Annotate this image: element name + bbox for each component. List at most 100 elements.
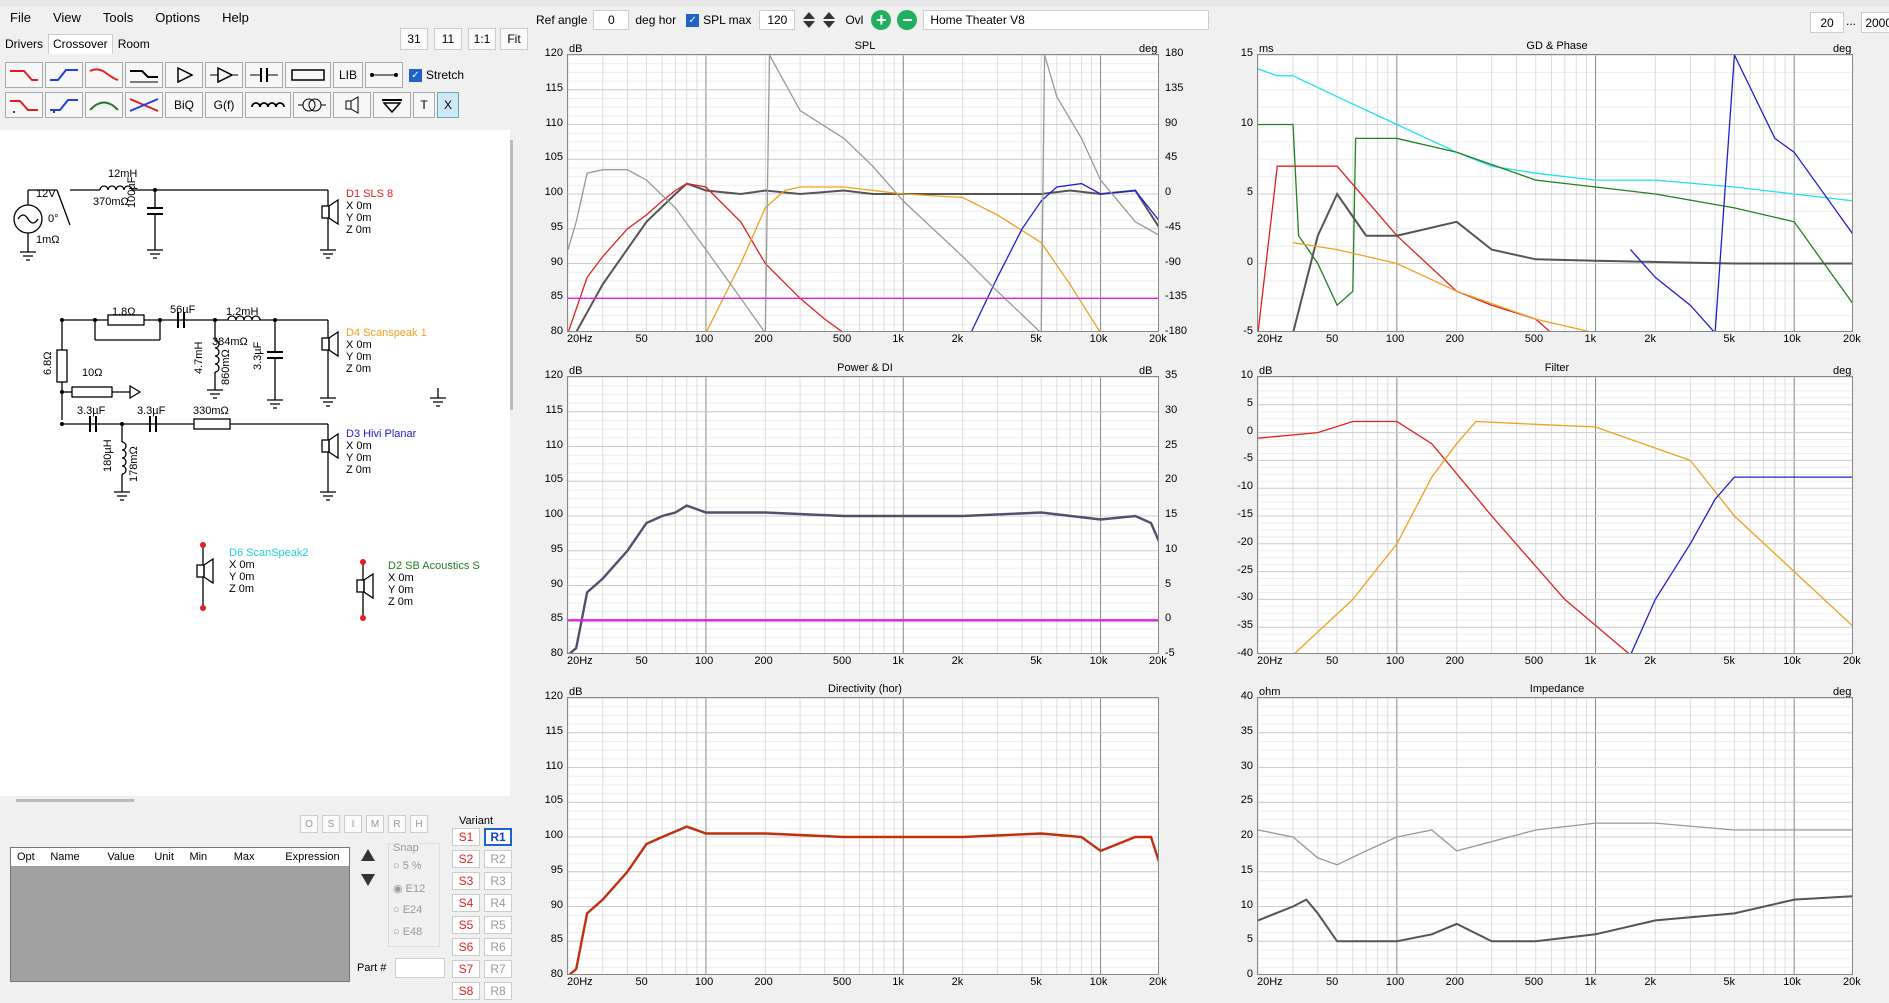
capacitor-button[interactable] [245, 62, 283, 88]
capacitor-label[interactable]: 3.3µF [252, 342, 264, 370]
resistor-label[interactable]: 1.8Ω [112, 306, 136, 318]
column-header[interactable]: Opt [11, 851, 44, 863]
tab-crossover[interactable]: Crossover [48, 34, 113, 54]
snap-option-5pct[interactable]: ○ 5 % [393, 860, 422, 872]
shelf-filter-button[interactable] [125, 62, 163, 88]
remove-overlay-icon[interactable]: − [897, 10, 918, 30]
text-button[interactable]: T [413, 92, 435, 118]
directivity-chart-panel[interactable]: Directivity (hor) dB 120 115 110 105 100 95 90 85… [535, 683, 1195, 1001]
highpass-filter-button[interactable] [45, 62, 83, 88]
menu-tools[interactable]: Tools [93, 10, 145, 25]
schematic-canvas[interactable]: 12mH 370mΩ 100µF 12V 0° 1mΩ 1.8Ω 56µF 1.… [0, 130, 510, 796]
zoom-fit-button[interactable]: Fit [500, 28, 528, 50]
resistor-button[interactable] [285, 62, 331, 88]
driver-d1-label[interactable]: D1 SLS 8 X 0m Y 0m Z 0m [346, 188, 393, 236]
variant-r8-button[interactable]: R8 [484, 982, 512, 1000]
menu-help[interactable]: Help [212, 10, 261, 25]
power-plot-area[interactable] [567, 376, 1159, 654]
directivity-plot-area[interactable] [567, 697, 1159, 975]
resistor-label[interactable]: 6.8Ω [42, 351, 54, 375]
checkbox-icon[interactable]: ✓ [686, 13, 700, 27]
zoom-1to1-button[interactable]: 1:1 [468, 28, 496, 50]
variant-s4-button[interactable]: S4 [452, 894, 480, 912]
driver-d2-label[interactable]: D2 SB Acoustics S X 0m Y 0m Z 0m [388, 560, 480, 608]
inductor-button[interactable] [245, 92, 291, 118]
amplifier-button[interactable] [165, 62, 203, 88]
snap-option-e24[interactable]: ○ E24 [393, 904, 422, 916]
lowpass-2-button[interactable] [5, 92, 43, 118]
library-button[interactable]: LIB [333, 62, 363, 88]
driver-d6-label[interactable]: D6 ScanSpeak2 X 0m Y 0m Z 0m [229, 547, 309, 595]
inductor-label[interactable]: 1.2mH [226, 306, 258, 318]
horizontal-scrollbar[interactable] [16, 799, 134, 802]
transformer-button[interactable] [293, 92, 331, 118]
project-name-field[interactable]: Home Theater V8 [923, 10, 1210, 30]
freq-min-input[interactable]: 20 [1810, 12, 1844, 33]
variant-s5-button[interactable]: S5 [452, 916, 480, 934]
snap-option-e12[interactable]: ◉ E12 [393, 882, 425, 895]
spl-max-input[interactable]: 120 [759, 10, 796, 30]
optimizer-s-button[interactable]: S [322, 815, 340, 833]
impedance-chart-panel[interactable]: Impedance ohm deg 40 35 30 25 20 15 10 5 0 20Hz 50 100… [1225, 683, 1889, 1001]
wire-button[interactable] [365, 62, 403, 88]
spl-max-spinner[interactable] [801, 11, 817, 29]
optimizer-h-button[interactable]: H [410, 815, 428, 833]
optimizer-i-button[interactable]: I [344, 815, 362, 833]
variant-r2-button[interactable]: R2 [484, 850, 512, 868]
vertical-scrollbar[interactable] [510, 140, 513, 410]
column-header[interactable]: Name [44, 851, 101, 863]
optimizer-m-button[interactable]: M [366, 815, 384, 833]
filter-chart-panel[interactable]: Filter dB deg 10 5 0 -5 -10 -15 -20 -25 -30 -35 -40 20… [1225, 362, 1889, 680]
buffer-button[interactable] [205, 62, 243, 88]
driver-button[interactable] [333, 92, 371, 118]
bandpass-2-button[interactable] [85, 92, 123, 118]
highpass-2-button[interactable] [45, 92, 83, 118]
spl-chart-panel[interactable]: SPL dB deg 120 115 110 105 100 95 90 85 80 180 135 90 4… [535, 40, 1195, 358]
capacitor-label[interactable]: 3.3µF [137, 405, 165, 417]
move-up-icon[interactable] [360, 847, 376, 863]
inductor-label[interactable]: 4.7mH [193, 342, 205, 374]
biquad-button[interactable]: BiQ [165, 92, 203, 118]
optimizer-o-button[interactable]: O [300, 815, 318, 833]
power-chart-panel[interactable]: Power & DI dB dB 120 115 110 105 100 95 90 85 80 35 3… [535, 362, 1195, 680]
freq-max-input[interactable]: 20000 [1861, 12, 1889, 33]
parameter-table[interactable]: Opt Name Value Unit Min Max Expression [10, 847, 350, 982]
gain-function-button[interactable]: G(f) [205, 92, 243, 118]
inductor-label[interactable]: 180µH [102, 439, 114, 472]
variant-r3-button[interactable]: R3 [484, 872, 512, 890]
tab-room[interactable]: Room [113, 34, 155, 54]
zoom-11-button[interactable]: 11 [434, 28, 462, 50]
close-button[interactable]: X [437, 92, 459, 118]
gd-chart-panel[interactable]: GD & Phase ms deg 15 10 5 0 -5 20Hz 50 100 200 500 1k… [1225, 40, 1889, 358]
capacitor-label[interactable]: 56µF [170, 304, 195, 316]
menu-file[interactable]: File [0, 10, 43, 25]
add-overlay-icon[interactable]: + [871, 10, 892, 30]
spl-max-fast-spinner[interactable] [821, 11, 837, 29]
variant-s2-button[interactable]: S2 [452, 850, 480, 868]
variant-r5-button[interactable]: R5 [484, 916, 512, 934]
gd-plot-area[interactable] [1257, 54, 1853, 332]
variant-r7-button[interactable]: R7 [484, 960, 512, 978]
variant-s8-button[interactable]: S8 [452, 982, 480, 1000]
variant-r1-button[interactable]: R1 [484, 828, 512, 846]
variant-r6-button[interactable]: R6 [484, 938, 512, 956]
lowpass-filter-button[interactable] [5, 62, 43, 88]
column-header[interactable]: Min [183, 851, 227, 863]
variant-r4-button[interactable]: R4 [484, 894, 512, 912]
checkbox-icon[interactable]: ✓ [409, 68, 422, 82]
bandpass-filter-button[interactable] [85, 62, 123, 88]
impedance-plot-area[interactable] [1257, 697, 1853, 975]
column-header[interactable]: Max [228, 851, 280, 863]
tab-drivers[interactable]: Drivers [0, 34, 48, 54]
zoom-31-button[interactable]: 31 [400, 28, 428, 50]
filter-plot-area[interactable] [1257, 376, 1853, 654]
capacitor-label[interactable]: 3.3µF [77, 405, 105, 417]
ref-angle-input[interactable]: 0 [593, 10, 630, 30]
variant-s7-button[interactable]: S7 [452, 960, 480, 978]
driver-d3-label[interactable]: D3 Hivi Planar X 0m Y 0m Z 0m [346, 428, 416, 476]
optimizer-r-button[interactable]: R [388, 815, 406, 833]
move-down-icon[interactable] [360, 872, 376, 888]
column-header[interactable]: Unit [148, 851, 183, 863]
resistor-label[interactable]: 10Ω [82, 367, 102, 379]
column-header[interactable]: Expression [279, 851, 349, 863]
